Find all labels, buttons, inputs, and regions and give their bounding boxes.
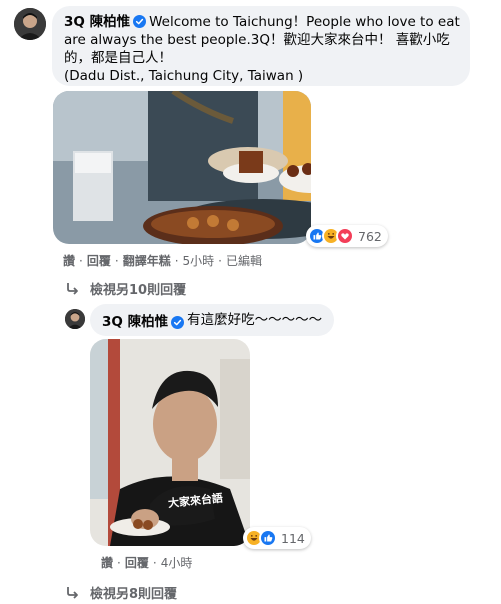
- reply-arrow-icon: [66, 282, 80, 296]
- comment-actions: 讚 · 回覆 · 翻譯年糕 · 5小時 · 已編輯: [63, 252, 263, 269]
- reply-bubble: 3Q 陳柏惟 有這麼好吃～～～～～: [90, 304, 335, 336]
- like-link[interactable]: 讚: [101, 554, 113, 571]
- avatar-image: [65, 309, 85, 329]
- commenter-avatar[interactable]: [14, 8, 46, 40]
- comment-reactions[interactable]: 762: [306, 225, 388, 247]
- reply-actions: 讚 · 回覆 · 4小時: [101, 554, 193, 571]
- reply-avatar[interactable]: [65, 309, 85, 329]
- comment-photo-food[interactable]: [53, 91, 311, 244]
- comment-text-line-4: (Dadu Dist., Taichung City, Taiwan ): [64, 68, 304, 84]
- verified-badge-icon: [171, 314, 185, 329]
- love-reaction-icon: [336, 227, 354, 245]
- comment-text-line-1: Welcome to Taichung！People who love to e…: [149, 14, 460, 30]
- edited-label[interactable]: 已編輯: [226, 252, 262, 269]
- view-more-replies-link[interactable]: 檢視另8則回覆: [66, 583, 177, 602]
- comment-timestamp[interactable]: 5小時: [183, 252, 215, 269]
- reply-reactions[interactable]: 114: [243, 527, 311, 549]
- reply-author-name[interactable]: 3Q 陳柏惟: [102, 310, 168, 330]
- view-replies-link[interactable]: 檢視另10則回覆: [66, 279, 186, 298]
- view-more-replies-label: 檢視另8則回覆: [90, 587, 178, 602]
- view-replies-label: 檢視另10則回覆: [90, 283, 187, 298]
- verified-badge-icon: [133, 15, 147, 28]
- reply-timestamp[interactable]: 4小時: [161, 554, 193, 571]
- avatar-image: [14, 8, 46, 40]
- reply-arrow-icon: [66, 586, 80, 600]
- reply-link[interactable]: 回覆: [87, 252, 111, 269]
- reply-text: 有這麼好吃～～～～～: [187, 312, 323, 328]
- food-stall-image: [53, 91, 311, 244]
- comment-text-line-3: 的，都是自己人！: [64, 50, 172, 66]
- comment-author-name[interactable]: 3Q 陳柏惟: [64, 14, 130, 30]
- reply-photo-person[interactable]: 大家來台語: [90, 339, 250, 546]
- like-reaction-icon: [259, 529, 277, 547]
- comment-reaction-count: 762: [358, 228, 382, 244]
- like-link[interactable]: 讚: [63, 252, 75, 269]
- translate-link[interactable]: 翻譯年糕: [123, 252, 171, 269]
- reply-link[interactable]: 回覆: [125, 554, 149, 571]
- reply-reaction-count: 114: [281, 530, 305, 546]
- man-eating-image: [90, 339, 250, 546]
- comment-bubble: 3Q 陳柏惟 Welcome to Taichung！People who lov…: [52, 6, 470, 86]
- comment-text-line-2: are always the best people.3Q！歡迎大家來台中！ 喜…: [64, 32, 450, 48]
